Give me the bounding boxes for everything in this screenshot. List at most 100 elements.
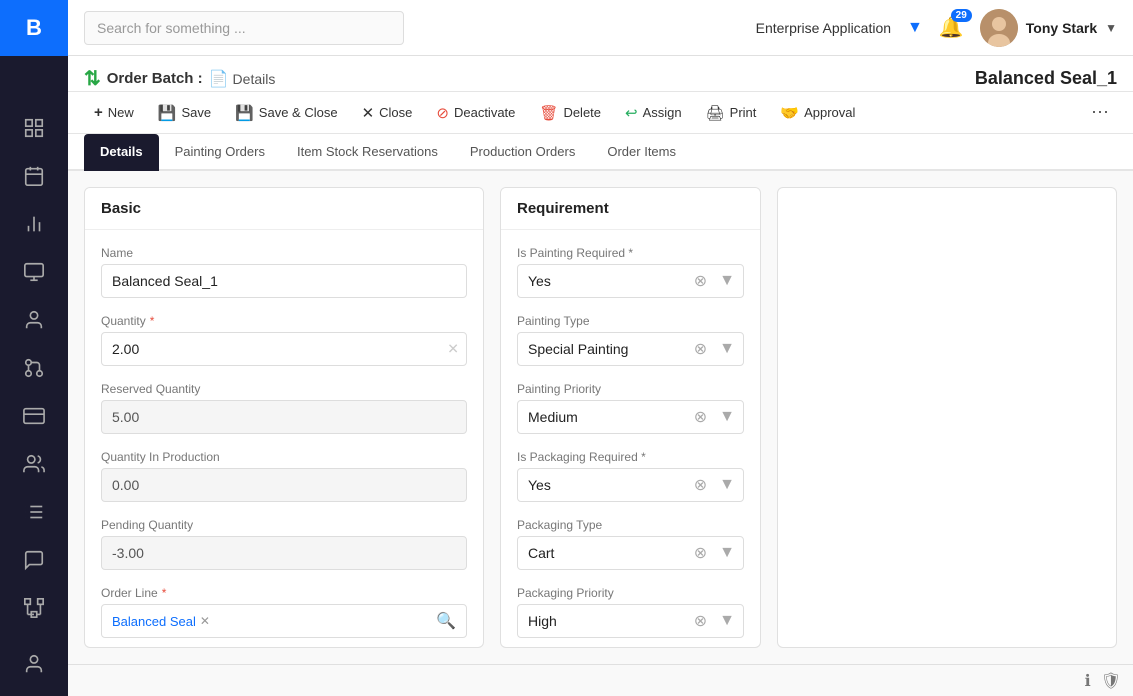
close-button[interactable]: ✕ Close — [352, 99, 423, 127]
assign-button[interactable]: ↩ Assign — [615, 99, 692, 127]
order-line-tag: Balanced Seal ✕ — [112, 614, 210, 629]
sidebar-item-network[interactable] — [0, 584, 68, 632]
is-packaging-required-clear[interactable]: ⊗ — [690, 471, 711, 499]
is-packaging-required-arrow[interactable]: ▼ — [711, 472, 743, 498]
is-packaging-required-select[interactable]: Yes ⊗ ▼ — [517, 468, 744, 502]
is-painting-required-select[interactable]: Yes ⊗ ▼ — [517, 264, 744, 298]
save-close-label: Save & Close — [259, 105, 338, 120]
quantity-label: Quantity * — [101, 314, 467, 328]
requirement-section: Requirement Is Painting Required * Yes ⊗… — [500, 187, 761, 648]
qty-in-production-input-wrap — [101, 468, 467, 502]
right-extra-panel — [777, 187, 1117, 648]
tag-close-icon[interactable]: ✕ — [200, 614, 210, 628]
tab-painting-orders[interactable]: Painting Orders — [159, 134, 281, 171]
sidebar-item-group[interactable] — [0, 440, 68, 488]
name-label: Name — [101, 246, 467, 260]
user-area[interactable]: Tony Stark ▼ — [980, 9, 1117, 47]
print-icon: 🖨 — [706, 104, 725, 122]
painting-priority-select[interactable]: Medium ⊗ ▼ — [517, 400, 744, 434]
painting-type-value: Special Painting — [518, 333, 690, 365]
packaging-priority-arrow[interactable]: ▼ — [711, 608, 743, 634]
notification-button[interactable]: 🔔 29 — [939, 15, 964, 40]
topbar-right: Enterprise Application ▼ 🔔 29 Tony Stark… — [756, 9, 1117, 47]
packaging-priority-field: Packaging Priority High ⊗ ▼ — [517, 586, 744, 638]
save-close-icon: 💾 — [235, 104, 254, 122]
sidebar-item-git[interactable] — [0, 344, 68, 392]
sidebar-item-list[interactable] — [0, 488, 68, 536]
quantity-clear-icon[interactable]: ✕ — [447, 341, 459, 358]
assign-icon: ↩ — [625, 104, 638, 122]
painting-type-select[interactable]: Special Painting ⊗ ▼ — [517, 332, 744, 366]
packaging-type-select[interactable]: Cart ⊗ ▼ — [517, 536, 744, 570]
new-button[interactable]: + New — [84, 99, 144, 126]
details-breadcrumb-btn[interactable]: 📄 Details — [209, 69, 276, 89]
sidebar-item-calendar[interactable] — [0, 152, 68, 200]
painting-priority-arrow[interactable]: ▼ — [711, 404, 743, 430]
sidebar-item-user[interactable] — [0, 296, 68, 344]
painting-priority-value: Medium — [518, 401, 690, 433]
hamburger-menu[interactable] — [0, 56, 68, 96]
delete-label: Delete — [563, 105, 601, 120]
packaging-type-arrow[interactable]: ▼ — [711, 540, 743, 566]
chevron-down-icon: ▼ — [1105, 21, 1117, 35]
deactivate-label: Deactivate — [454, 105, 515, 120]
notification-badge: 29 — [951, 9, 972, 22]
save-label: Save — [181, 105, 211, 120]
painting-type-arrow[interactable]: ▼ — [711, 336, 743, 362]
order-line-required: * — [162, 586, 167, 600]
enterprise-label: Enterprise Application — [756, 20, 891, 36]
tab-details[interactable]: Details — [84, 134, 159, 171]
is-packaging-required-value: Yes — [518, 469, 690, 501]
is-painting-required-arrow[interactable]: ▼ — [711, 268, 743, 294]
packaging-type-value: Cart — [518, 537, 690, 569]
is-packaging-required-field: Is Packaging Required * Yes ⊗ ▼ — [517, 450, 744, 502]
topbar: Enterprise Application ▼ 🔔 29 Tony Stark… — [68, 0, 1133, 56]
deactivate-button[interactable]: ⊘ Deactivate — [426, 99, 525, 127]
tab-production-orders[interactable]: Production Orders — [454, 134, 592, 171]
toolbar: + New 💾 Save 💾 Save & Close ✕ Close ⊘ De… — [68, 92, 1133, 134]
sidebar-item-dashboard[interactable] — [0, 104, 68, 152]
is-painting-required-clear[interactable]: ⊗ — [690, 267, 711, 295]
is-painting-required-label: Is Painting Required * — [517, 246, 744, 260]
packaging-priority-select[interactable]: High ⊗ ▼ — [517, 604, 744, 638]
packaging-type-clear[interactable]: ⊗ — [690, 539, 711, 567]
more-options-icon[interactable]: ⋯ — [1083, 98, 1117, 127]
save-button[interactable]: 💾 Save — [148, 99, 221, 127]
pending-quantity-field: Pending Quantity — [101, 518, 467, 570]
approval-label: Approval — [804, 105, 855, 120]
quantity-field: Quantity * ✕ — [101, 314, 467, 366]
reserved-quantity-input — [101, 400, 467, 434]
order-line-tag-input[interactable]: Balanced Seal ✕ 🔍 — [101, 604, 467, 638]
name-input[interactable] — [101, 264, 467, 298]
save-close-button[interactable]: 💾 Save & Close — [225, 99, 347, 127]
quantity-input[interactable] — [101, 332, 467, 366]
tab-order-items[interactable]: Order Items — [591, 134, 692, 171]
packaging-priority-clear[interactable]: ⊗ — [690, 607, 711, 635]
basic-section-title: Basic — [85, 188, 483, 230]
sidebar-item-monitor[interactable] — [0, 248, 68, 296]
filter-icon[interactable]: ▼ — [907, 19, 923, 37]
sidebar-item-card[interactable] — [0, 392, 68, 440]
pending-quantity-input-wrap — [101, 536, 467, 570]
shield-icon[interactable]: 🛡 — [1101, 671, 1121, 691]
packaging-priority-label: Packaging Priority — [517, 586, 744, 600]
tag-search-icon[interactable]: 🔍 — [436, 611, 456, 631]
reserved-quantity-field: Reserved Quantity — [101, 382, 467, 434]
sidebar-item-profile[interactable] — [0, 640, 68, 688]
is-packaging-required-label: Is Packaging Required * — [517, 450, 744, 464]
avatar — [980, 9, 1018, 47]
approval-icon: 🤝 — [780, 104, 799, 122]
print-button[interactable]: 🖨 Print — [696, 99, 767, 127]
painting-priority-field: Painting Priority Medium ⊗ ▼ — [517, 382, 744, 434]
tab-item-stock[interactable]: Item Stock Reservations — [281, 134, 454, 171]
sidebar-item-chart[interactable] — [0, 200, 68, 248]
approval-button[interactable]: 🤝 Approval — [770, 99, 865, 127]
delete-button[interactable]: 🗑 Delete — [529, 99, 611, 127]
search-input[interactable] — [84, 11, 404, 45]
painting-priority-clear[interactable]: ⊗ — [690, 403, 711, 431]
is-painting-required-value: Yes — [518, 265, 690, 297]
sidebar-item-chat[interactable] — [0, 536, 68, 584]
help-icon[interactable]: ℹ — [1085, 671, 1091, 691]
sidebar-nav — [0, 96, 68, 696]
painting-type-clear[interactable]: ⊗ — [690, 335, 711, 363]
